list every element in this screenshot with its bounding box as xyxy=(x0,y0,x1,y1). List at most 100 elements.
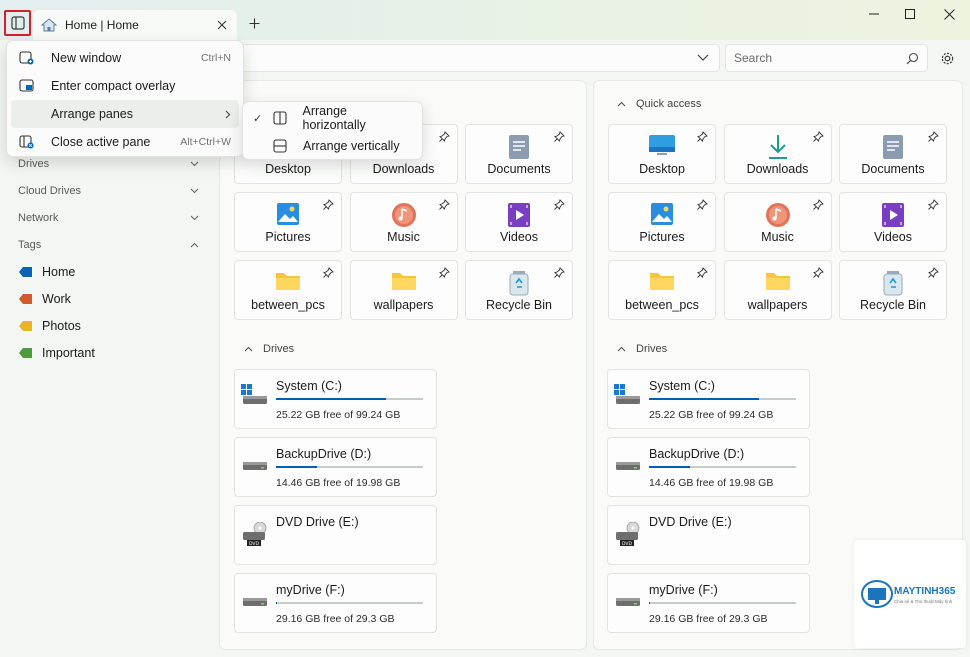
watermark-logo: MAYTINH365 Chia sẻ & Thủ thuật Máy tính xyxy=(854,540,966,648)
sidebar-item-tag-work[interactable]: Work xyxy=(0,285,215,312)
pin-icon[interactable] xyxy=(438,267,450,281)
quick-access-card[interactable]: between_pcs xyxy=(234,260,342,320)
address-bar[interactable] xyxy=(240,44,720,72)
drive-usage-fill xyxy=(649,398,760,400)
pin-icon[interactable] xyxy=(812,267,824,281)
pin-icon[interactable] xyxy=(323,267,334,281)
settings-button[interactable] xyxy=(937,48,957,68)
menu-item-new-window[interactable]: New window Ctrl+N xyxy=(11,44,239,72)
plus-icon xyxy=(249,18,259,28)
submenu-item-label: Arrange horizontally xyxy=(302,104,366,132)
pin-icon[interactable] xyxy=(697,267,708,281)
sidebar-item-tag-important[interactable]: Important xyxy=(0,339,215,366)
sidebar-section-label: Cloud Drives xyxy=(18,184,81,197)
drive-card[interactable]: System (C:) 25.22 GB free of 99.24 GB xyxy=(607,369,810,429)
drive-free-space: 14.46 GB free of 19.98 GB xyxy=(276,477,401,489)
pin-icon[interactable] xyxy=(812,199,824,213)
sidebar-item-tag-photos[interactable]: Photos xyxy=(0,312,215,339)
new-tab-button[interactable] xyxy=(244,13,264,33)
pin-icon[interactable] xyxy=(928,199,939,213)
card-label: Music xyxy=(387,230,420,244)
quick-access-card[interactable]: Videos xyxy=(465,192,573,252)
pin-icon[interactable] xyxy=(438,131,450,145)
quick-access-card[interactable]: wallpapers xyxy=(723,260,832,320)
submenu-item-arrange-vertically[interactable]: Arrange vertically xyxy=(247,132,418,160)
tag-icon xyxy=(19,266,32,277)
sidebar-item-tag-home[interactable]: Home xyxy=(0,258,215,285)
pin-icon[interactable] xyxy=(554,131,565,145)
submenu-item-arrange-horizontally[interactable]: ✓ Arrange horizontally xyxy=(247,104,418,132)
videos-icon xyxy=(881,202,905,231)
close-window-button[interactable] xyxy=(930,4,968,24)
pictures-icon xyxy=(276,202,300,229)
menu-item-close-pane[interactable]: Close active pane Alt+Ctrl+W xyxy=(11,128,239,156)
quick-access-card[interactable]: Recycle Bin xyxy=(839,260,947,320)
drive-card[interactable]: DVD DVD Drive (E:) xyxy=(234,505,437,565)
pin-icon[interactable] xyxy=(697,199,708,213)
quick-access-card[interactable]: Music xyxy=(349,192,458,252)
quick-access-card[interactable]: between_pcs xyxy=(608,260,716,320)
left-drives-header[interactable]: Drives xyxy=(244,343,294,355)
hard-drive-icon xyxy=(614,452,642,477)
quick-access-card[interactable]: wallpapers xyxy=(349,260,458,320)
right-drives-header[interactable]: Drives xyxy=(617,343,667,355)
drive-name: DVD Drive (E:) xyxy=(649,515,732,529)
right-quick-access-header[interactable]: Quick access xyxy=(617,98,701,110)
tab-home[interactable]: Home | Home xyxy=(33,10,237,40)
drive-free-space: 29.16 GB free of 29.3 GB xyxy=(649,613,768,625)
chevron-down-icon[interactable] xyxy=(697,54,709,62)
quick-access-card[interactable]: Videos xyxy=(839,192,947,252)
drive-card[interactable]: myDrive (F:) 29.16 GB free of 29.3 GB xyxy=(234,573,437,633)
chevron-down-icon xyxy=(190,188,199,193)
card-label: Documents xyxy=(487,162,551,176)
quick-access-card[interactable]: Downloads xyxy=(723,124,832,184)
system-drive-icon xyxy=(614,384,642,409)
sidebar-section-network[interactable]: Network xyxy=(0,204,215,231)
folder-icon xyxy=(765,270,791,295)
close-tab-icon[interactable] xyxy=(217,20,227,30)
pin-icon[interactable] xyxy=(928,267,939,281)
quick-access-card[interactable]: Pictures xyxy=(234,192,342,252)
quick-access-card[interactable]: Recycle Bin xyxy=(465,260,573,320)
sidebar-section-tags[interactable]: Tags xyxy=(0,231,215,258)
search-icon[interactable] xyxy=(906,52,919,65)
drive-card[interactable]: myDrive (F:) 29.16 GB free of 29.3 GB xyxy=(607,573,810,633)
watermark-tagline: Chia sẻ & Thủ thuật Máy tính xyxy=(894,599,953,604)
tag-label: Home xyxy=(42,264,76,279)
drive-name: myDrive (F:) xyxy=(649,583,718,597)
sidebar-section-cloud-drives[interactable]: Cloud Drives xyxy=(0,177,215,204)
drive-usage-fill xyxy=(276,398,387,400)
folder-icon xyxy=(391,270,417,295)
pin-icon[interactable] xyxy=(554,199,565,213)
drive-card[interactable]: BackupDrive (D:) 14.46 GB free of 19.98 G… xyxy=(234,437,437,497)
tag-icon xyxy=(19,293,32,304)
pin-icon[interactable] xyxy=(323,199,334,213)
quick-access-card[interactable]: Music xyxy=(723,192,832,252)
search-input[interactable]: Search xyxy=(734,51,906,65)
menu-item-arrange-panes[interactable]: Arrange panes xyxy=(11,100,239,128)
close-icon xyxy=(943,8,955,20)
drive-usage-bar xyxy=(649,602,796,604)
drive-usage-bar xyxy=(276,398,423,400)
drive-usage-fill xyxy=(276,602,278,604)
quick-access-card[interactable]: Documents xyxy=(465,124,573,184)
drive-card[interactable]: BackupDrive (D:) 14.46 GB free of 19.98 G… xyxy=(607,437,810,497)
pin-icon[interactable] xyxy=(438,199,450,213)
quick-access-card[interactable]: Documents xyxy=(839,124,947,184)
quick-access-card[interactable]: Desktop xyxy=(608,124,716,184)
minimize-button[interactable] xyxy=(855,4,893,24)
maximize-button[interactable] xyxy=(891,4,929,24)
pin-icon[interactable] xyxy=(928,131,939,145)
pane-menu-button[interactable] xyxy=(4,10,31,36)
menu-item-compact-overlay[interactable]: Enter compact overlay xyxy=(11,72,239,100)
pin-icon[interactable] xyxy=(554,267,565,281)
drive-card[interactable]: DVD DVD Drive (E:) xyxy=(607,505,810,565)
search-box[interactable]: Search xyxy=(725,44,928,72)
chevron-up-icon xyxy=(617,101,626,107)
menu-item-label: Close active pane xyxy=(51,135,151,149)
pin-icon[interactable] xyxy=(812,131,824,145)
pin-icon[interactable] xyxy=(697,131,708,145)
quick-access-card[interactable]: Pictures xyxy=(608,192,716,252)
home-icon xyxy=(41,18,57,32)
drive-card[interactable]: System (C:) 25.22 GB free of 99.24 GB xyxy=(234,369,437,429)
